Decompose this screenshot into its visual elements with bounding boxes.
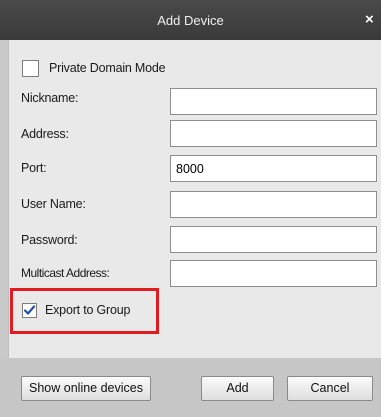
user-name-label: User Name: <box>21 197 86 211</box>
password-label: Password: <box>21 233 78 247</box>
add-button[interactable]: Add <box>201 376 274 401</box>
add-device-dialog: Add Device × Private Domain Mode Nicknam… <box>0 0 381 417</box>
port-field[interactable] <box>170 155 377 182</box>
dialog-title: Add Device <box>157 13 224 28</box>
port-label: Port: <box>21 161 47 175</box>
export-to-group-checkbox[interactable] <box>22 303 37 318</box>
user-name-field[interactable] <box>170 191 377 218</box>
close-icon[interactable]: × <box>365 9 381 31</box>
address-label: Address: <box>21 127 69 141</box>
checkmark-icon <box>23 305 36 315</box>
cancel-button[interactable]: Cancel <box>287 376 373 401</box>
dialog-titlebar[interactable]: Add Device × <box>0 0 381 40</box>
address-field[interactable] <box>170 120 377 147</box>
private-domain-label: Private Domain Mode <box>49 61 166 75</box>
password-field[interactable] <box>170 226 377 253</box>
export-to-group-label: Export to Group <box>45 303 131 317</box>
nickname-label: Nickname: <box>21 91 79 105</box>
multicast-address-field[interactable] <box>170 260 377 287</box>
private-domain-checkbox[interactable] <box>22 60 39 77</box>
multicast-address-label: Multicast Address: <box>21 266 110 280</box>
dialog-footer: Show online devices Add Cancel <box>0 358 381 417</box>
nickname-field[interactable] <box>170 88 377 115</box>
show-online-devices-button[interactable]: Show online devices <box>21 376 151 401</box>
